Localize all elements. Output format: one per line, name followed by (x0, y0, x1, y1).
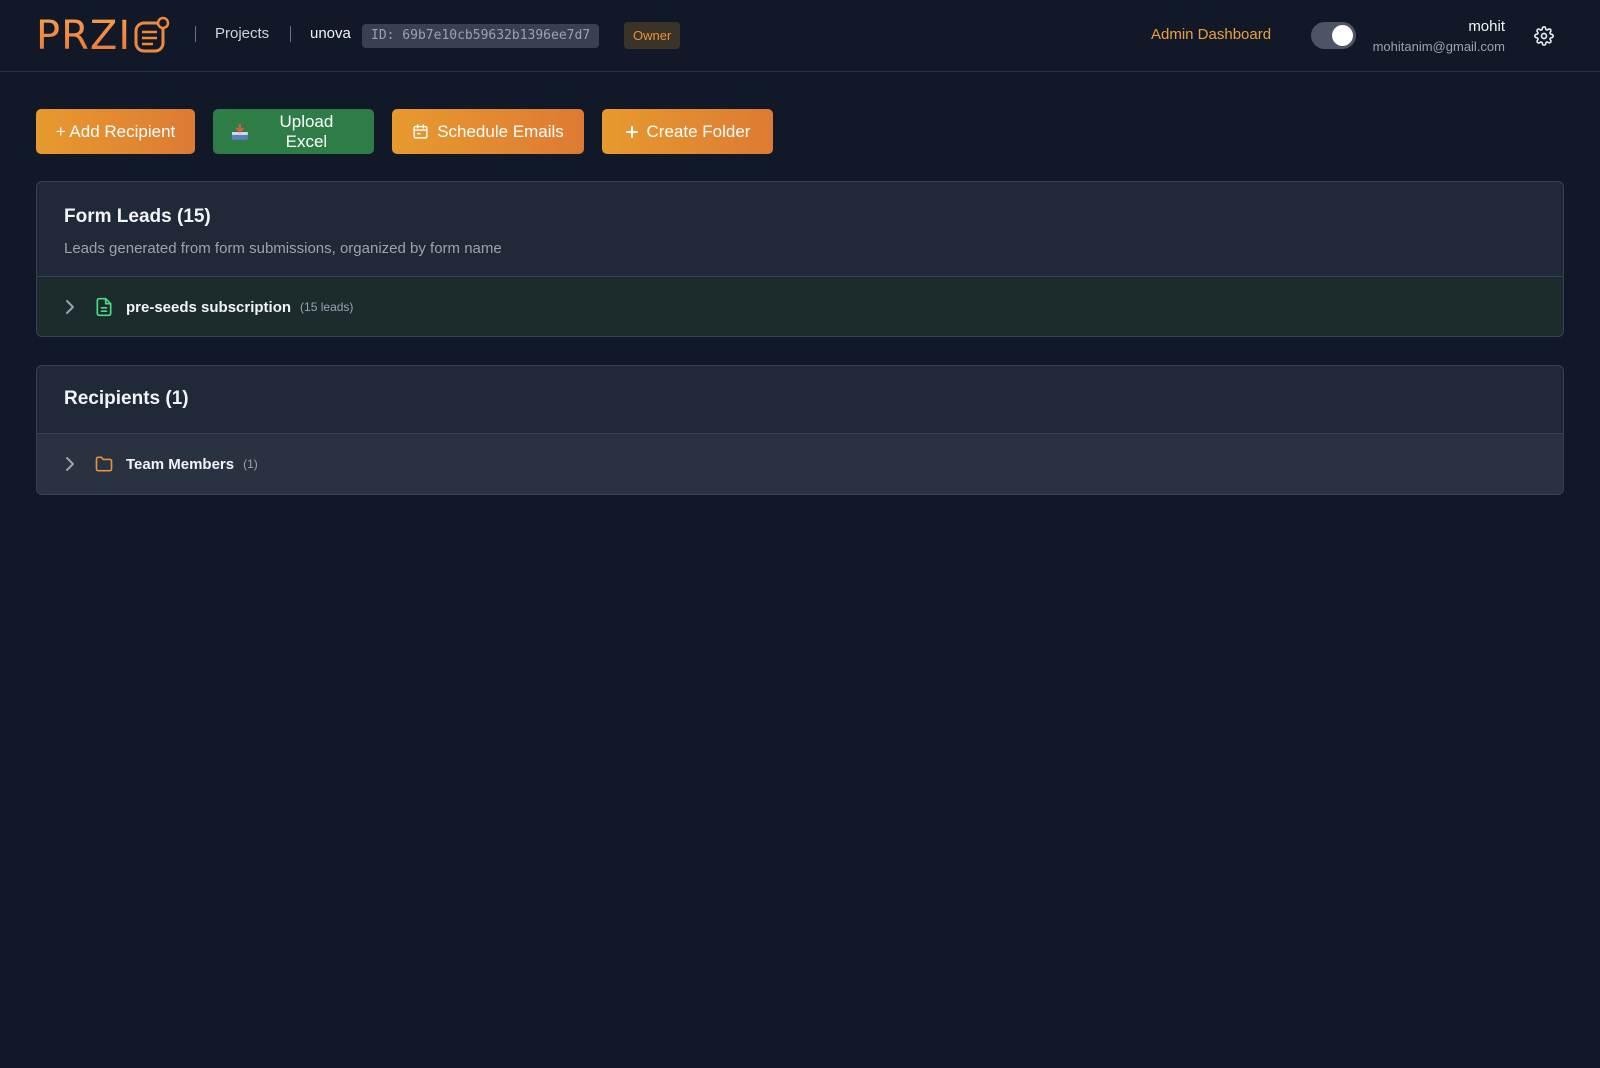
schedule-emails-button[interactable]: Schedule Emails (392, 109, 584, 154)
nav-divider (290, 26, 291, 42)
plus-icon (625, 125, 638, 138)
role-badge: Owner (624, 22, 681, 49)
recipients-card: Recipients (1) Team Members (1) (36, 365, 1564, 495)
calendar-icon (413, 124, 428, 139)
gear-icon[interactable] (1534, 26, 1554, 46)
nav-projects-link[interactable]: Projects (215, 25, 269, 42)
toggle-knob (1332, 25, 1353, 46)
nav-divider (195, 26, 196, 42)
admin-dashboard-link[interactable]: Admin Dashboard (1151, 26, 1271, 43)
inbox-tray-icon (231, 123, 248, 140)
form-leads-card: Form Leads (15) Leads generated from for… (36, 181, 1564, 337)
document-icon (96, 297, 112, 317)
add-recipient-button[interactable]: + Add Recipient (36, 109, 195, 154)
folder-count: (1) (243, 457, 258, 471)
form-name: pre-seeds subscription (126, 298, 292, 316)
form-lead-row[interactable]: pre-seeds subscription (15 leads) (37, 277, 1563, 336)
theme-toggle[interactable] (1311, 22, 1356, 49)
brand-logo[interactable]: PRZI (36, 14, 171, 58)
project-name: unova (310, 25, 351, 42)
add-recipient-label: + Add Recipient (55, 121, 176, 141)
recipients-header: Recipients (1) (37, 366, 1563, 434)
user-name: mohit (1468, 18, 1505, 35)
logo-mail-icon (134, 16, 170, 53)
top-navbar: PRZI Projects unova ID: 69b7e10cb59632b1… (0, 0, 1600, 72)
form-leads-subtitle: Leads generated from form submissions, o… (64, 240, 502, 257)
create-folder-button[interactable]: Create Folder (602, 109, 773, 154)
recipient-folder-row[interactable]: Team Members (1) (37, 434, 1563, 494)
user-email: mohitanim@gmail.com (1372, 39, 1505, 54)
chevron-right-icon[interactable] (64, 299, 76, 315)
form-lead-count: (15 leads) (300, 300, 354, 314)
action-toolbar: + Add Recipient Upload Excel Schedule Em… (36, 109, 773, 154)
create-folder-label: Create Folder (646, 121, 751, 141)
schedule-emails-label: Schedule Emails (437, 121, 564, 141)
folder-name: Team Members (126, 455, 235, 473)
recipients-title: Recipients (1) (64, 388, 189, 409)
logo-text: PRZI (36, 13, 132, 59)
form-leads-header: Form Leads (15) Leads generated from for… (37, 182, 1563, 277)
project-id-chip: ID: 69b7e10cb59632b1396ee7d7 (362, 24, 600, 48)
upload-excel-label: Upload Excel (279, 111, 334, 151)
upload-excel-button[interactable]: Upload Excel (213, 109, 374, 154)
form-leads-title: Form Leads (15) (64, 206, 211, 227)
chevron-right-icon[interactable] (64, 456, 76, 472)
folder-icon (95, 456, 113, 472)
